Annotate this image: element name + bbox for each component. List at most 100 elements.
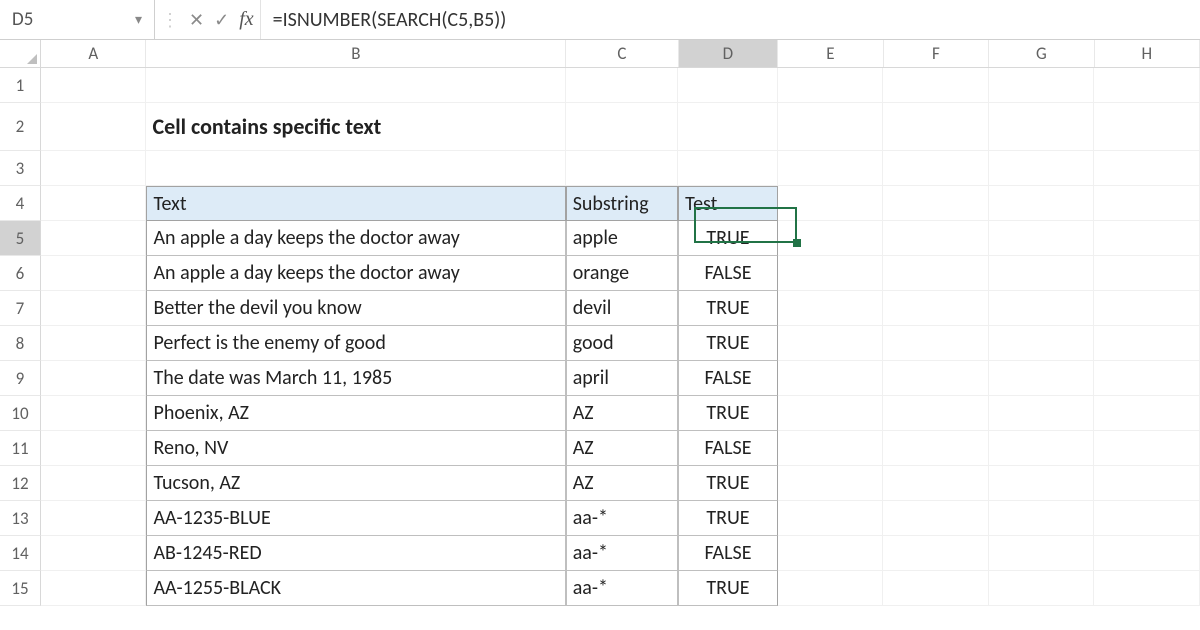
- cell-h13[interactable]: [1094, 501, 1200, 536]
- cell-e2[interactable]: [778, 103, 884, 151]
- cell-f5[interactable]: [883, 221, 989, 256]
- cell-test[interactable]: TRUE: [678, 326, 778, 361]
- cell-g3[interactable]: [989, 151, 1095, 186]
- cell-g8[interactable]: [989, 326, 1095, 361]
- cell-f12[interactable]: [883, 466, 989, 501]
- cell-f4[interactable]: [883, 186, 989, 221]
- page-title[interactable]: Cell contains specific text: [146, 103, 565, 151]
- cell-f9[interactable]: [883, 361, 989, 396]
- cell-test[interactable]: FALSE: [678, 256, 778, 291]
- row-header-7[interactable]: 7: [0, 291, 41, 326]
- cell-d3[interactable]: [678, 151, 778, 186]
- cell-h7[interactable]: [1094, 291, 1200, 326]
- cell-test[interactable]: TRUE: [678, 571, 778, 606]
- cell-test[interactable]: FALSE: [678, 431, 778, 466]
- header-text[interactable]: Text: [146, 186, 565, 221]
- col-header-c[interactable]: C: [566, 40, 678, 67]
- cell-a1[interactable]: [41, 68, 147, 103]
- cell-test[interactable]: TRUE: [678, 396, 778, 431]
- cell-h12[interactable]: [1094, 466, 1200, 501]
- cell-substring[interactable]: AZ: [566, 396, 678, 431]
- cell-a13[interactable]: [41, 501, 147, 536]
- name-box[interactable]: D5 ▾: [0, 0, 155, 39]
- row-header-5[interactable]: 5: [0, 221, 41, 256]
- cell-h14[interactable]: [1094, 536, 1200, 571]
- cell-f15[interactable]: [883, 571, 989, 606]
- cell-g5[interactable]: [989, 221, 1095, 256]
- cell-text[interactable]: An apple a day keeps the doctor away: [146, 221, 565, 256]
- cell-substring[interactable]: orange: [566, 256, 678, 291]
- col-header-b[interactable]: B: [146, 40, 566, 67]
- cell-text[interactable]: AA-1235-BLUE: [146, 501, 565, 536]
- cell-g2[interactable]: [989, 103, 1095, 151]
- cell-e1[interactable]: [778, 68, 884, 103]
- cell-e11[interactable]: [778, 431, 884, 466]
- cell-h10[interactable]: [1094, 396, 1200, 431]
- cell-f14[interactable]: [883, 536, 989, 571]
- cell-a11[interactable]: [41, 431, 147, 466]
- cell-g13[interactable]: [989, 501, 1095, 536]
- cell-text[interactable]: Phoenix, AZ: [146, 396, 565, 431]
- cell-e12[interactable]: [778, 466, 884, 501]
- cell-h4[interactable]: [1094, 186, 1200, 221]
- cell-a4[interactable]: [41, 186, 147, 221]
- cell-a14[interactable]: [41, 536, 147, 571]
- cell-text[interactable]: Perfect is the enemy of good: [146, 326, 565, 361]
- select-all-corner[interactable]: [0, 40, 41, 67]
- cell-test[interactable]: TRUE: [678, 291, 778, 326]
- cell-a8[interactable]: [41, 326, 147, 361]
- cell-d2[interactable]: [678, 103, 778, 151]
- cell-h2[interactable]: [1094, 103, 1200, 151]
- cell-h11[interactable]: [1094, 431, 1200, 466]
- cell-a3[interactable]: [41, 151, 147, 186]
- row-header-11[interactable]: 11: [0, 431, 41, 466]
- col-header-a[interactable]: A: [41, 40, 146, 67]
- row-header-12[interactable]: 12: [0, 466, 41, 501]
- cell-a10[interactable]: [41, 396, 147, 431]
- cell-a9[interactable]: [41, 361, 147, 396]
- cell-e8[interactable]: [778, 326, 884, 361]
- cell-f11[interactable]: [883, 431, 989, 466]
- cell-f3[interactable]: [883, 151, 989, 186]
- formula-input[interactable]: =ISNUMBER(SEARCH(C5,B5)): [260, 0, 1200, 39]
- col-header-e[interactable]: E: [778, 40, 883, 67]
- cell-h5[interactable]: [1094, 221, 1200, 256]
- cell-substring[interactable]: april: [566, 361, 678, 396]
- cell-substring[interactable]: aa-*: [566, 536, 678, 571]
- cell-c1[interactable]: [566, 68, 678, 103]
- cell-g9[interactable]: [989, 361, 1095, 396]
- row-header-10[interactable]: 10: [0, 396, 41, 431]
- cell-f10[interactable]: [883, 396, 989, 431]
- row-header-14[interactable]: 14: [0, 536, 41, 571]
- cell-g11[interactable]: [989, 431, 1095, 466]
- cell-g1[interactable]: [989, 68, 1095, 103]
- row-header-1[interactable]: 1: [0, 68, 41, 103]
- cell-g15[interactable]: [989, 571, 1095, 606]
- cell-e13[interactable]: [778, 501, 884, 536]
- row-header-2[interactable]: 2: [0, 103, 41, 151]
- col-header-h[interactable]: H: [1095, 40, 1200, 67]
- cell-g6[interactable]: [989, 256, 1095, 291]
- enter-icon[interactable]: ✓: [214, 9, 229, 31]
- row-header-6[interactable]: 6: [0, 256, 41, 291]
- row-header-8[interactable]: 8: [0, 326, 41, 361]
- row-header-15[interactable]: 15: [0, 571, 41, 606]
- cell-c3[interactable]: [566, 151, 678, 186]
- cell-e15[interactable]: [778, 571, 884, 606]
- cell-g10[interactable]: [989, 396, 1095, 431]
- cell-text[interactable]: An apple a day keeps the doctor away: [146, 256, 565, 291]
- fx-icon[interactable]: fx: [239, 8, 253, 31]
- cell-a2[interactable]: [41, 103, 147, 151]
- cell-e9[interactable]: [778, 361, 884, 396]
- cell-e14[interactable]: [778, 536, 884, 571]
- cell-b3[interactable]: [146, 151, 565, 186]
- cell-f2[interactable]: [883, 103, 989, 151]
- cell-test[interactable]: FALSE: [678, 361, 778, 396]
- chevron-down-icon[interactable]: ▾: [135, 11, 142, 28]
- cell-f8[interactable]: [883, 326, 989, 361]
- cell-e4[interactable]: [778, 186, 884, 221]
- cell-substring[interactable]: apple: [566, 221, 678, 256]
- cancel-icon[interactable]: ✕: [189, 9, 204, 31]
- col-header-g[interactable]: G: [989, 40, 1094, 67]
- row-header-3[interactable]: 3: [0, 151, 41, 186]
